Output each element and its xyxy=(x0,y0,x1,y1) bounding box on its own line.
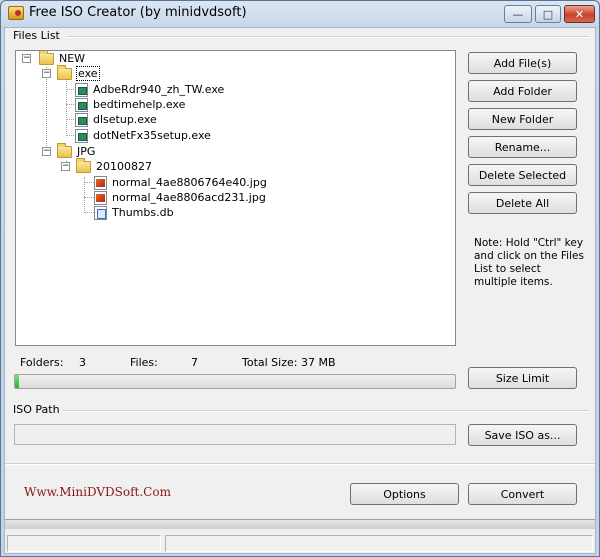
tree-folder-20100827[interactable]: 20100827 xyxy=(76,157,153,174)
tree-node-label: Thumbs.db xyxy=(112,206,174,219)
folders-label: Folders: xyxy=(20,356,64,369)
tree-node-label: 20100827 xyxy=(96,160,152,173)
files-list-divider xyxy=(67,36,589,38)
client-area: Files List − NEW − exe AdbeRdr940_zh_TW.… xyxy=(4,27,596,554)
app-window: Free ISO Creator (by minidvdsoft) — □ ✕ … xyxy=(0,0,600,557)
db-file-icon xyxy=(94,205,107,220)
folder-icon xyxy=(39,51,54,65)
files-count: 7 xyxy=(191,356,198,369)
exe-file-icon xyxy=(75,112,88,127)
tree-folder-jpg[interactable]: JPG xyxy=(57,142,96,159)
tree-node-label: exe xyxy=(76,66,100,81)
tree-line xyxy=(84,197,94,198)
exe-file-icon xyxy=(75,82,88,97)
tree-file[interactable]: Thumbs.db xyxy=(94,205,175,220)
iso-path-input[interactable] xyxy=(14,424,456,445)
tree-folder-exe[interactable]: exe xyxy=(57,64,100,81)
conversion-progress-bar xyxy=(5,519,595,529)
tree-node-label: normal_4ae8806acd231.jpg xyxy=(112,191,266,204)
maximize-button[interactable]: □ xyxy=(535,5,561,23)
tree-node-label: dlsetup.exe xyxy=(93,113,157,126)
folders-count: 3 xyxy=(79,356,86,369)
multi-select-note: Note: Hold "Ctrl" key and click on the F… xyxy=(474,237,584,288)
tree-node-label: dotNetFx35setup.exe xyxy=(93,129,211,142)
section-divider xyxy=(5,463,595,465)
tree-line xyxy=(84,182,94,183)
tree-file[interactable]: normal_4ae8806764e40.jpg xyxy=(94,175,268,190)
status-panel xyxy=(7,535,161,552)
tree-file[interactable]: dotNetFx35setup.exe xyxy=(75,128,212,143)
save-iso-button[interactable]: Save ISO as... xyxy=(468,424,577,446)
expand-toggle-exe[interactable]: − xyxy=(42,69,51,78)
progress-fill xyxy=(15,375,20,388)
tree-node-label: JPG xyxy=(77,145,96,158)
tree-node-label: AdbeRdr940_zh_TW.exe xyxy=(93,83,225,96)
website-link[interactable]: Www.MiniDVDSoft.Com xyxy=(24,485,171,499)
tree-line xyxy=(46,67,47,154)
iso-path-divider xyxy=(63,410,589,412)
image-file-icon xyxy=(94,175,107,190)
total-size-value: 37 MB xyxy=(301,356,336,369)
files-list-tree[interactable]: − NEW − exe AdbeRdr940_zh_TW.exe bedtime… xyxy=(15,50,456,346)
rename-button[interactable]: Rename... xyxy=(468,136,577,158)
add-files-button[interactable]: Add File(s) xyxy=(468,52,577,74)
add-folder-button[interactable]: Add Folder xyxy=(468,80,577,102)
tree-file[interactable]: dlsetup.exe xyxy=(75,112,158,127)
folder-icon xyxy=(76,157,91,173)
new-folder-button[interactable]: New Folder xyxy=(468,108,577,130)
delete-all-button[interactable]: Delete All xyxy=(468,192,577,214)
exe-file-icon xyxy=(75,97,88,112)
size-limit-button[interactable]: Size Limit xyxy=(468,367,577,389)
folder-icon xyxy=(57,64,72,80)
iso-path-label: ISO Path xyxy=(13,403,60,416)
title-bar[interactable]: Free ISO Creator (by minidvdsoft) — □ ✕ xyxy=(1,1,599,27)
minimize-button[interactable]: — xyxy=(504,5,532,23)
image-file-icon xyxy=(94,190,107,205)
tree-node-label: NEW xyxy=(59,52,86,65)
tree-file[interactable]: bedtimehelp.exe xyxy=(75,97,186,112)
files-label: Files: xyxy=(130,356,158,369)
status-bar xyxy=(5,533,595,553)
expand-toggle-jpg[interactable]: − xyxy=(42,147,51,156)
total-size-label: Total Size: xyxy=(242,356,298,369)
tree-line xyxy=(84,212,94,213)
options-button[interactable]: Options xyxy=(350,483,459,505)
convert-button[interactable]: Convert xyxy=(468,483,577,505)
expand-toggle-new[interactable]: − xyxy=(22,54,31,63)
tree-node-label: bedtimehelp.exe xyxy=(93,98,186,111)
tree-folder-new[interactable]: NEW xyxy=(39,51,86,66)
tree-node-label: normal_4ae8806764e40.jpg xyxy=(112,176,267,189)
status-panel xyxy=(165,535,593,552)
delete-selected-button[interactable]: Delete Selected xyxy=(468,164,577,186)
tree-file[interactable]: normal_4ae8806acd231.jpg xyxy=(94,190,267,205)
files-list-label: Files List xyxy=(13,29,60,42)
folder-icon xyxy=(57,142,72,158)
tree-file[interactable]: AdbeRdr940_zh_TW.exe xyxy=(75,82,225,97)
size-progress-bar xyxy=(14,374,456,389)
expand-toggle-20100827[interactable]: − xyxy=(61,162,70,171)
window-title: Free ISO Creator (by minidvdsoft) xyxy=(29,5,247,20)
close-button[interactable]: ✕ xyxy=(564,5,595,23)
iso-app-icon xyxy=(8,6,24,20)
exe-file-icon xyxy=(75,128,88,143)
